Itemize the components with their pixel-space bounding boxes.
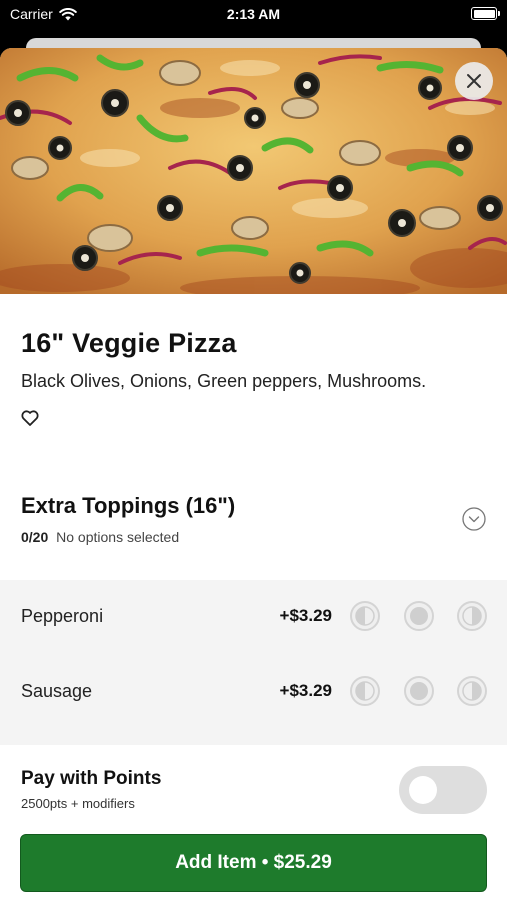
modifier-group-title: Extra Toppings (16") bbox=[21, 493, 236, 518]
option-name: Pepperoni bbox=[21, 606, 104, 626]
pay-with-points-toggle[interactable] bbox=[399, 766, 487, 814]
option-price: +$3.29 bbox=[279, 681, 332, 700]
battery-icon bbox=[471, 7, 500, 20]
portion-left-icon[interactable] bbox=[349, 675, 381, 707]
option-price: +$3.29 bbox=[279, 606, 332, 625]
favorite-button[interactable] bbox=[20, 408, 40, 428]
heart-icon bbox=[21, 410, 39, 426]
pizza-image bbox=[0, 48, 507, 294]
item-description: Black Olives, Onions, Green peppers, Mus… bbox=[21, 371, 427, 391]
toggle-knob bbox=[409, 776, 437, 804]
item-detail-sheet: 16" Veggie Pizza Black Olives, Onions, G… bbox=[0, 48, 507, 900]
portion-right-icon[interactable] bbox=[456, 675, 488, 707]
collapse-group-button[interactable] bbox=[462, 507, 486, 531]
option-row-pepperoni: Pepperoni +$3.29 bbox=[0, 596, 507, 636]
close-button[interactable] bbox=[455, 62, 493, 100]
chevron-down-icon bbox=[462, 507, 486, 531]
portion-whole-icon[interactable] bbox=[403, 675, 435, 707]
status-bar: Carrier 2:13 AM bbox=[0, 0, 507, 30]
modifier-group-meta: 0/20 No options selected bbox=[21, 529, 179, 545]
topping-options: Pepperoni +$3.29 Sausage +$3.29 bbox=[0, 580, 507, 745]
pay-with-points-title: Pay with Points bbox=[21, 768, 162, 789]
pay-with-points-subtitle: 2500pts + modifiers bbox=[21, 796, 135, 811]
selection-count: 0/20 bbox=[21, 529, 49, 545]
close-icon bbox=[467, 74, 481, 88]
portion-left-icon[interactable] bbox=[349, 600, 381, 632]
selection-status: No options selected bbox=[56, 529, 180, 545]
clock: 2:13 AM bbox=[226, 6, 281, 22]
portion-whole-icon[interactable] bbox=[403, 600, 435, 632]
pizza-photo bbox=[0, 48, 507, 294]
item-title: 16" Veggie Pizza bbox=[21, 328, 237, 358]
portion-right-icon[interactable] bbox=[456, 600, 488, 632]
option-name: Sausage bbox=[21, 681, 93, 701]
add-item-button[interactable]: Add Item • $25.29 bbox=[20, 834, 487, 892]
option-row-sausage: Sausage +$3.29 bbox=[0, 671, 507, 711]
